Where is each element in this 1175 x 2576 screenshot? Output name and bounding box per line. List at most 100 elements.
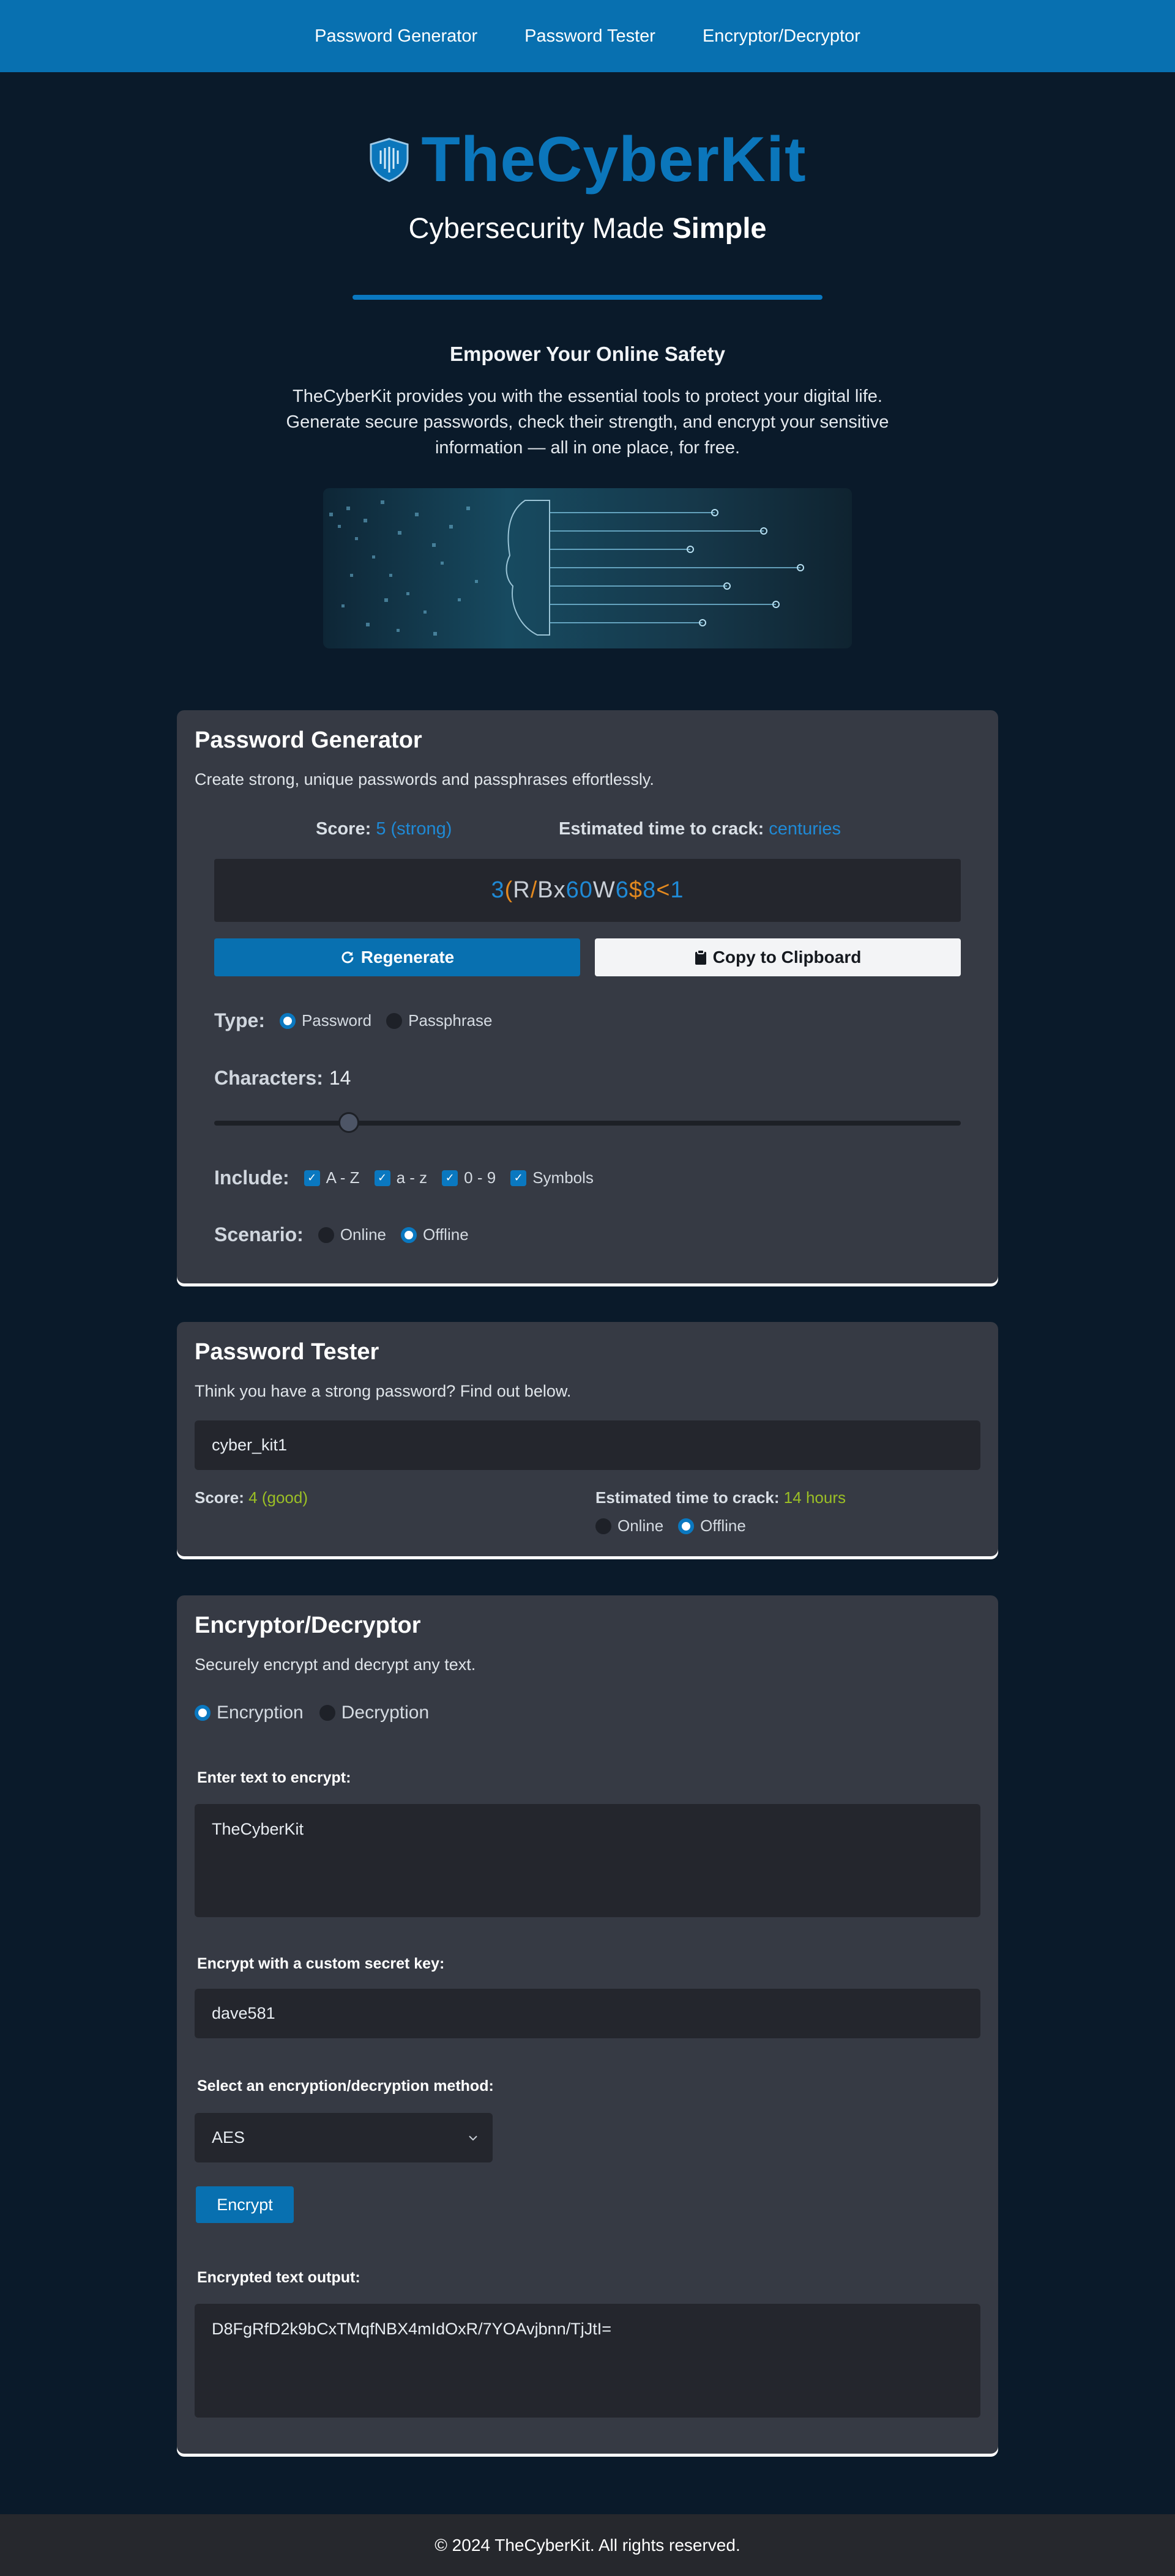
- chevron-down-icon: [469, 2135, 477, 2140]
- cyber-face-image: [323, 488, 852, 648]
- scenario-row: Scenario: Online Offline: [214, 1223, 469, 1246]
- tester-crack-label: Estimated time to crack:: [595, 1488, 780, 1507]
- tester-online-radio[interactable]: Online: [595, 1516, 663, 1535]
- tagline-text: Cybersecurity Made: [408, 212, 673, 244]
- include-label: Include:: [214, 1167, 289, 1189]
- crypto-title: Encryptor/Decryptor: [195, 1613, 421, 1638]
- score-value: 5 (strong): [376, 819, 452, 839]
- method-label: Select an encryption/decryption method:: [197, 2077, 494, 2095]
- password-char: 6: [565, 877, 580, 903]
- radio-dot[interactable]: [318, 1227, 334, 1243]
- type-password-radio[interactable]: Password: [279, 1011, 372, 1030]
- secret-key-label: Encrypt with a custom secret key:: [197, 1955, 445, 1972]
- scenario-online-radio[interactable]: Online: [318, 1225, 386, 1244]
- radio-dot[interactable]: [595, 1518, 611, 1534]
- tagline: Cybersecurity Made Simple: [0, 211, 1175, 245]
- check-icon[interactable]: ✓: [442, 1170, 458, 1186]
- type-passphrase-radio[interactable]: Passphrase: [386, 1011, 492, 1030]
- scenario-label: Scenario:: [214, 1223, 304, 1245]
- tester-password-input[interactable]: cyber_kit1: [195, 1420, 980, 1470]
- nav-encryptor-decryptor[interactable]: Encryptor/Decryptor: [703, 26, 860, 46]
- hero: TheCyberKit Cybersecurity Made Simple: [0, 119, 1175, 300]
- tester-score: Score: 4 (good): [195, 1488, 308, 1507]
- tester-scenario: Online Offline: [595, 1516, 746, 1535]
- encrypt-button[interactable]: Encrypt: [196, 2186, 294, 2223]
- scenario-online-label: Online: [340, 1225, 386, 1244]
- logo: TheCyberKit: [0, 119, 1175, 200]
- radio-dot[interactable]: [400, 1227, 417, 1243]
- score-label: Score:: [316, 819, 371, 839]
- regenerate-button[interactable]: Regenerate: [214, 938, 580, 976]
- radio-dot[interactable]: [386, 1012, 403, 1029]
- tester-crack-value: 14 hours: [783, 1488, 846, 1507]
- regenerate-label: Regenerate: [360, 948, 455, 967]
- radio-dot[interactable]: [195, 1705, 211, 1721]
- password-char: R: [513, 877, 531, 903]
- generated-password[interactable]: 3(R / Bx 6 0 W 6 $8 <1: [214, 859, 961, 922]
- generator-score: Score: 5 (strong): [316, 819, 452, 839]
- check-icon[interactable]: ✓: [304, 1170, 320, 1186]
- tester-offline-radio[interactable]: Offline: [678, 1516, 746, 1535]
- include-lowercase-checkbox[interactable]: ✓ a - z: [374, 1168, 428, 1187]
- text-input-area[interactable]: TheCyberKit: [195, 1804, 980, 1917]
- nav-password-tester[interactable]: Password Tester: [524, 26, 655, 46]
- password-char: 1: [670, 877, 684, 903]
- generator-title: Password Generator: [195, 727, 422, 753]
- slider-thumb[interactable]: [338, 1112, 359, 1133]
- include-lowercase-label: a - z: [396, 1168, 428, 1187]
- top-nav: Password Generator Password Tester Encry…: [0, 0, 1175, 72]
- generator-description: Create strong, unique passwords and pass…: [195, 770, 654, 789]
- include-digits-label: 0 - 9: [464, 1168, 496, 1187]
- encryptor-card: Encryptor/Decryptor Securely encrypt and…: [177, 1595, 998, 2454]
- include-symbols-label: Symbols: [532, 1168, 594, 1187]
- include-symbols-checkbox[interactable]: ✓ Symbols: [510, 1168, 594, 1187]
- type-label: Type:: [214, 1009, 265, 1031]
- mode-encryption-radio[interactable]: Encryption: [195, 1702, 304, 1723]
- site-title: TheCyberKit: [421, 124, 807, 195]
- secret-key-input[interactable]: dave581: [195, 1989, 980, 2038]
- characters-row: Characters: 14: [214, 1067, 351, 1089]
- mode-decryption-radio[interactable]: Decryption: [319, 1702, 429, 1723]
- crypto-description: Securely encrypt and decrypt any text.: [195, 1655, 476, 1674]
- method-select[interactable]: AES: [195, 2113, 493, 2162]
- radio-dot[interactable]: [678, 1518, 695, 1534]
- password-tester-card: Password Tester Think you have a strong …: [177, 1322, 998, 1556]
- password-char: B: [537, 877, 554, 903]
- check-icon[interactable]: ✓: [374, 1170, 390, 1186]
- method-value: AES: [212, 2128, 245, 2147]
- include-uppercase-label: A - Z: [326, 1168, 360, 1187]
- tester-title: Password Tester: [195, 1339, 379, 1365]
- nav-password-generator[interactable]: Password Generator: [315, 26, 477, 46]
- password-char: W: [592, 877, 616, 903]
- include-row: Include: ✓ A - Z ✓ a - z ✓ 0 - 9 ✓ Symbols: [214, 1167, 594, 1189]
- characters-slider[interactable]: [214, 1121, 961, 1126]
- type-password-label: Password: [301, 1011, 372, 1030]
- check-icon[interactable]: ✓: [510, 1170, 527, 1186]
- radio-dot[interactable]: [319, 1705, 335, 1721]
- password-char: $: [629, 877, 643, 903]
- radio-dot[interactable]: [279, 1012, 296, 1029]
- tester-score-value: 4 (good): [248, 1488, 308, 1507]
- tester-offline-label: Offline: [700, 1516, 746, 1535]
- password-char: 0: [579, 877, 593, 903]
- scenario-offline-label: Offline: [422, 1225, 469, 1244]
- copy-button[interactable]: Copy to Clipboard: [595, 938, 961, 976]
- encrypted-output[interactable]: D8FgRfD2k9bCxTMqfNBX4mIdOxR/7YOAvjbnn/Tj…: [195, 2304, 980, 2418]
- password-char: <: [656, 877, 671, 903]
- hero-divider: [352, 295, 822, 300]
- tester-description: Think you have a strong password? Find o…: [195, 1382, 572, 1400]
- copy-label: Copy to Clipboard: [712, 948, 862, 967]
- generator-crack-time: Estimated time to crack: centuries: [559, 819, 841, 839]
- output-label: Encrypted text output:: [197, 2269, 360, 2286]
- shield-icon: [370, 138, 409, 182]
- include-uppercase-checkbox[interactable]: ✓ A - Z: [304, 1168, 360, 1187]
- tagline-bold: Simple: [672, 212, 767, 244]
- password-char: 6: [615, 877, 629, 903]
- password-generator-card: Password Generator Create strong, unique…: [177, 710, 998, 1283]
- crack-label: Estimated time to crack:: [559, 819, 764, 839]
- scenario-offline-radio[interactable]: Offline: [400, 1225, 469, 1244]
- refresh-icon: [341, 951, 354, 963]
- password-char: 8: [643, 877, 657, 903]
- include-digits-checkbox[interactable]: ✓ 0 - 9: [442, 1168, 496, 1187]
- password-char: x: [553, 877, 566, 903]
